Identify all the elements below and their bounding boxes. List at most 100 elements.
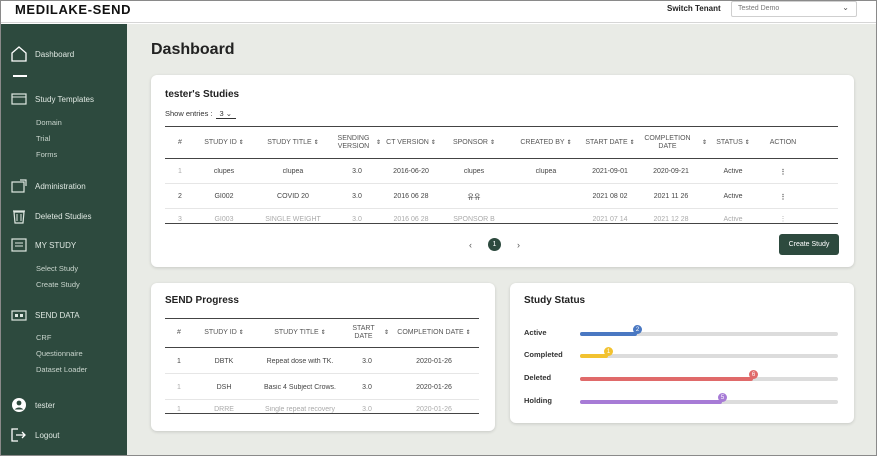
cell: 3.0 [352, 168, 362, 175]
cell: clupes [213, 168, 235, 175]
pager-next-icon[interactable]: › [517, 240, 520, 250]
table-row[interactable]: 1 DBTK Repeat dose with TK. 3.0 2020-01-… [165, 349, 479, 374]
sort-icon: ⇕ [744, 139, 750, 146]
sidebar-sub-trial[interactable]: Trial [36, 134, 50, 143]
col-status[interactable]: STATUS ⇕ [707, 139, 759, 147]
col-label: CREATED BY [520, 138, 565, 146]
table-row[interactable]: 1 clupes clupea 3.0 2016-06-20 clupes cl… [165, 160, 838, 184]
col-label: START DATE [585, 138, 628, 146]
sidebar-item-label: SEND DATA [35, 310, 80, 320]
home-icon [10, 46, 28, 62]
col-completion-date[interactable]: COMPLETION DATE ⇕ [389, 329, 479, 337]
col-label: STUDY ID [204, 329, 237, 336]
sidebar-sub-select-study[interactable]: Select Study [36, 264, 78, 273]
row-action-menu-icon[interactable]: ⋮ [759, 193, 807, 201]
study-status-card: Study Status Active 2 Completed 1 Delete… [510, 283, 854, 423]
show-entries: Show entries : 3 ⌄ [165, 109, 237, 119]
sidebar-user[interactable]: tester [1, 397, 55, 413]
sort-icon: ⇕ [465, 330, 471, 336]
col-completion-date[interactable]: COMPLETION DATE ⇕ [635, 135, 707, 151]
col-label: STUDY TITLE [274, 329, 319, 336]
col-study-title[interactable]: STUDY TITLE ⇕ [255, 329, 345, 337]
pager-prev-icon[interactable]: ‹ [469, 240, 472, 250]
tenant-select-value: Tested Demo [738, 5, 780, 12]
cell: 3.0 [362, 383, 372, 391]
sidebar-item-label: Dashboard [35, 49, 75, 59]
studies-card-title: tester's Studies [165, 89, 240, 100]
cell: SPONSOR B [453, 216, 495, 223]
sidebar-item-study-templates[interactable]: Study Templates [1, 91, 94, 107]
cell: 1 [177, 383, 181, 391]
col-study-id[interactable]: STUDY ID ⇕ [195, 139, 253, 147]
trash-icon [10, 208, 28, 224]
col-label: CT VERSION [386, 138, 429, 146]
cell: 3.0 [362, 357, 372, 365]
list-icon [10, 237, 28, 253]
row-action-menu-icon[interactable]: ⋮ [759, 215, 807, 223]
cell: 2020-01-26 [416, 383, 452, 391]
pager-page-1[interactable]: 1 [488, 238, 501, 251]
sidebar-item-dashboard[interactable]: Dashboard [1, 46, 74, 62]
col-study-id[interactable]: STUDY ID ⇕ [193, 329, 255, 337]
cell: 2020-01-26 [416, 357, 452, 365]
active-indicator [13, 75, 27, 77]
col-sponsor[interactable]: SPONSOR ⇕ [441, 139, 507, 147]
cell: 1 [177, 406, 181, 413]
cell: DSH [216, 383, 232, 391]
create-study-button[interactable]: Create Study [779, 234, 839, 255]
cell: clupea [282, 168, 304, 175]
brand-logo[interactable]: MEDILAKE-SEND [15, 2, 131, 17]
sidebar-sub-questionnaire[interactable]: Questionnaire [36, 349, 83, 358]
cell: 1 [178, 168, 182, 175]
sidebar-sub-crf[interactable]: CRF [36, 333, 51, 342]
table-row[interactable]: 1 DSH Basic 4 Subject Crows. 3.0 2020-01… [165, 375, 479, 400]
cell: 2021 12 28 [653, 216, 689, 223]
status-count-badge: 1 [604, 347, 613, 356]
table-row[interactable]: 2 GI002 COVID 20 3.0 2016 06 28 유유 2021 … [165, 185, 838, 209]
table-row[interactable]: 1 DRRE Single repeat recovery 3.0 2020-0… [165, 401, 479, 414]
tenant-select[interactable]: Tested Demo ⌄ [731, 1, 857, 17]
col-num: # [178, 138, 182, 146]
cell: DRRE [214, 406, 234, 413]
sidebar-sub-create-study[interactable]: Create Study [36, 280, 80, 289]
user-icon [10, 397, 28, 413]
logout-icon [10, 427, 28, 443]
cell: 2021-09-01 [592, 168, 628, 175]
sidebar-item-logout[interactable]: Logout [1, 427, 59, 443]
sidebar-item-send-data[interactable]: SEND DATA [1, 307, 80, 323]
sidebar-item-administration[interactable]: Administration [1, 178, 86, 194]
row-action-menu-icon[interactable]: ⋮ [759, 168, 807, 176]
sort-icon: ⇕ [629, 139, 635, 146]
cell: 2 [178, 193, 182, 200]
col-start-date[interactable]: START DATE ⇕ [345, 325, 389, 341]
sidebar-item-label: Logout [35, 430, 60, 440]
col-start-date[interactable]: START DATE ⇕ [585, 139, 635, 147]
col-action: ACTION [769, 138, 797, 146]
sort-icon: ⇕ [430, 139, 436, 146]
col-label: STUDY TITLE [267, 138, 312, 146]
col-study-title[interactable]: STUDY TITLE ⇕ [253, 139, 333, 147]
col-sending-version[interactable]: SENDING VERSION ⇕ [333, 135, 381, 151]
cell: Active [723, 168, 743, 175]
status-label-deleted: Deleted [524, 373, 552, 382]
status-bar-completed: 1 [580, 347, 838, 358]
col-ct-version[interactable]: CT VERSION ⇕ [381, 139, 441, 147]
cell: Basic 4 Subject Crows. [264, 383, 336, 391]
sidebar-item-my-study[interactable]: MY STUDY [1, 237, 76, 253]
col-created-by[interactable]: CREATED BY ⇕ [507, 139, 585, 147]
switch-tenant-label: Switch Tenant [667, 4, 721, 13]
send-progress-card: SEND Progress # STUDY ID ⇕ STUDY TITLE ⇕ S… [151, 283, 495, 431]
sidebar-sub-forms[interactable]: Forms [36, 150, 57, 159]
status-bar-active: 2 [580, 325, 838, 336]
page-title: Dashboard [151, 41, 235, 58]
cell: Active [723, 216, 743, 223]
sidebar-sub-domain[interactable]: Domain [36, 118, 62, 127]
cell: 2016-06-20 [393, 168, 429, 175]
cell: clupes [463, 168, 485, 175]
show-entries-select[interactable]: 3 ⌄ [215, 109, 237, 119]
sidebar-sub-dataset-loader[interactable]: Dataset Loader [36, 365, 87, 374]
sort-icon: ⇕ [489, 139, 496, 146]
sidebar-item-deleted-studies[interactable]: Deleted Studies [1, 208, 91, 224]
cell: SINGLE WEIGHT [265, 216, 321, 223]
table-row[interactable]: 3 GI003 SINGLE WEIGHT 3.0 2016 06 28 SPO… [165, 210, 838, 224]
